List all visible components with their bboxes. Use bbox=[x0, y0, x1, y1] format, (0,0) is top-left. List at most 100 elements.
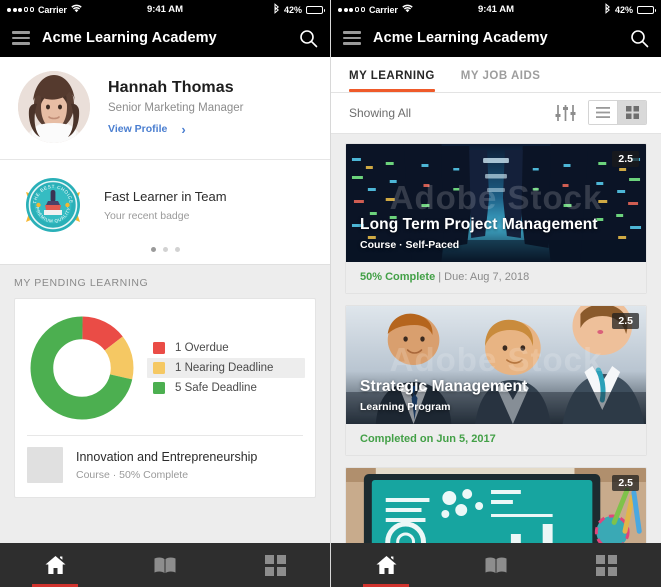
legend-item-safe-deadline[interactable]: 5 Safe Deadline bbox=[147, 378, 305, 398]
view-toggle-group bbox=[588, 100, 647, 125]
legend-swatch-nearing-deadline bbox=[153, 362, 165, 374]
badge-subtitle: Your recent badge bbox=[104, 209, 190, 222]
signal-strength-icon bbox=[7, 7, 34, 12]
status-bar-battery-area: 42% bbox=[273, 3, 325, 16]
bottom-nav-library[interactable] bbox=[441, 543, 551, 587]
profile-card[interactable]: Hannah Thomas Senior Marketing Manager V… bbox=[0, 57, 330, 160]
signal-strength-icon bbox=[338, 7, 365, 12]
battery-icon bbox=[306, 5, 325, 14]
pending-learning-heading: MY PENDING LEARNING bbox=[14, 277, 149, 289]
pending-item-text: Innovation and Entrepreneurship Course ·… bbox=[76, 450, 257, 481]
phone-left-home: Carrier 9:41 AM 42% Acme Learning Academ… bbox=[0, 0, 331, 587]
app-title-left: Acme Learning Academy bbox=[42, 30, 217, 46]
pending-learning-card: 1 Overdue 1 Nearing Deadline 5 Safe Dead… bbox=[14, 298, 316, 498]
course-title: Long Term Project Management bbox=[360, 216, 598, 233]
bluetooth-icon bbox=[604, 3, 611, 16]
wifi-icon bbox=[402, 4, 413, 16]
carousel-dots bbox=[18, 240, 312, 256]
status-bar-left: Carrier 9:41 AM 42% bbox=[0, 0, 330, 19]
tab-my-job-aids[interactable]: MY JOB AIDS bbox=[461, 57, 541, 92]
course-footer: Completed on Jun 5, 2017 bbox=[346, 424, 646, 455]
filter-bar: Showing All bbox=[331, 93, 661, 134]
course-rating-badge: 2.5 bbox=[612, 475, 639, 491]
course-overlay-text: Strategic Management Learning Program bbox=[346, 378, 646, 424]
legend-item-overdue[interactable]: 1 Overdue bbox=[147, 338, 305, 358]
wifi-icon bbox=[71, 4, 82, 16]
pending-item-title: Innovation and Entrepreneurship bbox=[76, 449, 258, 464]
course-footer: 50% Complete | Due: Aug 7, 2018 bbox=[346, 262, 646, 293]
view-profile-link[interactable]: View Profile › bbox=[108, 123, 244, 136]
badge-info: Fast Learner in Team Your recent badge bbox=[104, 189, 227, 222]
legend-item-nearing-deadline[interactable]: 1 Nearing Deadline bbox=[147, 358, 305, 378]
course-progress-label: 50% Complete bbox=[360, 271, 436, 283]
view-profile-label: View Profile bbox=[108, 123, 168, 135]
course-title: Strategic Management bbox=[360, 378, 528, 395]
carrier-label: Carrier bbox=[38, 4, 67, 15]
grid-view-icon[interactable] bbox=[617, 101, 646, 124]
bottom-nav-library[interactable] bbox=[110, 543, 220, 587]
my-learning-scroll-content: MY LEARNING MY JOB AIDS Showing All 2.5 … bbox=[331, 57, 661, 543]
avatar bbox=[18, 71, 90, 143]
app-bar-right: Acme Learning Academy bbox=[331, 19, 661, 57]
data-center-image: Adobe Stock 2.5 Long Term Project Manage… bbox=[346, 144, 646, 262]
carrier-label: Carrier bbox=[369, 4, 398, 15]
bluetooth-icon bbox=[273, 3, 280, 16]
battery-icon bbox=[637, 5, 656, 14]
carousel-dot-2[interactable] bbox=[162, 247, 168, 252]
carousel-dot-1[interactable] bbox=[150, 247, 156, 252]
badge-title: Fast Learner in Team bbox=[104, 188, 227, 204]
showing-all-label: Showing All bbox=[349, 105, 412, 120]
legend-label-safe-deadline: 5 Safe Deadline bbox=[175, 382, 257, 394]
dual-phone-screenshot: Carrier 9:41 AM 42% Acme Learning Academ… bbox=[0, 0, 661, 587]
course-subtitle: Learning Program bbox=[360, 401, 451, 413]
course-card[interactable]: Adobe Stock 2.5 Strategic Management Lea… bbox=[345, 305, 647, 456]
bottom-nav-left bbox=[0, 543, 330, 587]
chevron-right-icon: › bbox=[181, 121, 186, 137]
app-title-right: Acme Learning Academy bbox=[373, 30, 548, 46]
bottom-nav-home[interactable] bbox=[331, 543, 441, 587]
course-card[interactable]: 2.5 bbox=[345, 467, 647, 543]
course-rating-badge: 2.5 bbox=[612, 151, 639, 167]
course-thumbnail bbox=[27, 447, 63, 483]
bottom-nav-right bbox=[331, 543, 661, 587]
list-view-icon[interactable] bbox=[589, 101, 617, 124]
status-bar-signal-area-right: Carrier bbox=[338, 4, 413, 16]
status-bar-signal-area: Carrier bbox=[7, 4, 82, 16]
status-bar-right: Carrier 9:41 AM 42% bbox=[331, 0, 661, 19]
profile-role: Senior Marketing Manager bbox=[108, 101, 244, 114]
bottom-nav-home[interactable] bbox=[0, 543, 110, 587]
pending-donut-chart bbox=[29, 315, 135, 421]
course-overlay-text: Long Term Project Management Course · Se… bbox=[346, 216, 646, 262]
award-badge-icon: THE BEST CHOICE PREMIUM QUALITY bbox=[18, 170, 88, 240]
list-item[interactable]: Innovation and Entrepreneurship Course ·… bbox=[15, 436, 315, 497]
carousel-dot-3[interactable] bbox=[174, 247, 180, 252]
search-icon[interactable] bbox=[630, 29, 649, 48]
search-icon[interactable] bbox=[299, 29, 318, 48]
course-rating-badge: 2.5 bbox=[612, 313, 639, 329]
home-scroll-content: Hannah Thomas Senior Marketing Manager V… bbox=[0, 57, 330, 543]
tab-my-learning[interactable]: MY LEARNING bbox=[349, 57, 435, 92]
course-card[interactable]: Adobe Stock 2.5 Long Term Project Manage… bbox=[345, 143, 647, 294]
pending-chart-legend: 1 Overdue 1 Nearing Deadline 5 Safe Dead… bbox=[147, 338, 305, 398]
course-due-label: | Due: Aug 7, 2018 bbox=[435, 271, 530, 283]
hamburger-menu-icon[interactable] bbox=[343, 31, 361, 45]
course-progress-label: Completed on Jun 5, 2017 bbox=[360, 433, 496, 445]
profile-info: Hannah Thomas Senior Marketing Manager V… bbox=[108, 79, 244, 136]
app-bar-left: Acme Learning Academy bbox=[0, 19, 330, 57]
legend-label-nearing-deadline: 1 Nearing Deadline bbox=[175, 362, 274, 374]
hamburger-menu-icon[interactable] bbox=[12, 31, 30, 45]
bottom-nav-catalog[interactable] bbox=[220, 543, 330, 587]
business-meeting-image: Adobe Stock 2.5 Strategic Management Lea… bbox=[346, 306, 646, 424]
phone-right-my-learning: Carrier 9:41 AM 42% Acme Learning Academ… bbox=[331, 0, 661, 587]
course-subtitle: Course · Self-Paced bbox=[360, 239, 460, 251]
pending-item-meta: Course · 50% Complete bbox=[76, 468, 189, 481]
legend-swatch-safe-deadline bbox=[153, 382, 165, 394]
profile-name: Hannah Thomas bbox=[108, 78, 234, 96]
bottom-nav-catalog[interactable] bbox=[551, 543, 661, 587]
battery-percent-label: 42% bbox=[283, 4, 302, 15]
battery-percent-label: 42% bbox=[614, 4, 633, 15]
filter-sliders-icon[interactable] bbox=[555, 103, 576, 123]
tab-my-job-aids-label: MY JOB AIDS bbox=[460, 70, 541, 82]
badge-card[interactable]: THE BEST CHOICE PREMIUM QUALITY Fast Lea… bbox=[0, 160, 330, 265]
pending-learning-section: MY PENDING LEARNING 1 Overdue 1 Nearing … bbox=[0, 265, 330, 498]
